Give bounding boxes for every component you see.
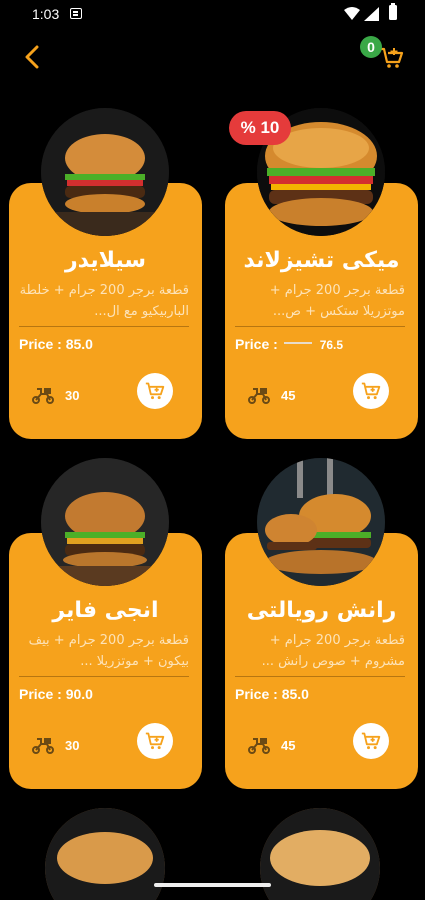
product-photo bbox=[257, 458, 385, 586]
product-name: انجى فاير bbox=[52, 598, 159, 623]
product-card[interactable]: % 10 ميكى تشيزلاند قطعة برجر 200 جرام + … bbox=[225, 108, 418, 439]
discount-badge: % 10 bbox=[229, 111, 291, 145]
cart-icon bbox=[145, 382, 165, 400]
product-photo bbox=[45, 808, 165, 900]
status-bar: 1:03 bbox=[0, 0, 425, 30]
divider bbox=[19, 326, 189, 327]
product-photo bbox=[260, 808, 380, 900]
cart-icon bbox=[145, 732, 165, 750]
chevron-left-icon bbox=[25, 45, 39, 69]
status-time: 1:03 bbox=[32, 6, 60, 22]
delivery-scooter-icon bbox=[32, 738, 54, 754]
old-price-strike bbox=[283, 342, 312, 345]
cart-button[interactable]: 0 bbox=[358, 36, 406, 72]
price-value: 85.0 bbox=[65, 336, 93, 352]
battery-icon bbox=[389, 3, 397, 20]
product-price: Price : 85.0 bbox=[19, 336, 93, 352]
price-label: Price : bbox=[19, 686, 66, 702]
product-description: قطعة برجر 200 جرام + موتزريلا ستكس + ص..… bbox=[269, 283, 405, 319]
product-description: قطعة برجر 200 جرام + مشروم + صوص رانش ..… bbox=[261, 633, 405, 669]
add-to-cart-button[interactable] bbox=[353, 373, 389, 409]
product-description: قطعة برجر 200 جرام + خلطة الباربيكيو مع … bbox=[19, 283, 189, 319]
cart-icon bbox=[361, 382, 381, 400]
price-value: 85.0 bbox=[281, 686, 309, 702]
delivery-time: 45 bbox=[281, 388, 296, 403]
delivery-time: 30 bbox=[65, 738, 80, 753]
delivery-time: 30 bbox=[65, 388, 80, 403]
add-to-cart-button[interactable] bbox=[137, 723, 173, 759]
add-to-cart-button[interactable] bbox=[353, 723, 389, 759]
price-label: Price : bbox=[235, 336, 282, 352]
product-price: Price : 76.5 bbox=[235, 336, 343, 352]
back-button[interactable] bbox=[18, 43, 46, 71]
divider bbox=[19, 676, 189, 677]
product-name: ميكى تشيزلاند bbox=[243, 248, 400, 273]
delivery-scooter-icon bbox=[248, 738, 270, 754]
product-name: رانش رويالتى bbox=[246, 598, 397, 623]
price-label: Price : bbox=[19, 336, 66, 352]
cart-plus-icon bbox=[381, 47, 404, 68]
home-indicator[interactable] bbox=[154, 883, 271, 887]
price-value: 76.5 bbox=[319, 338, 344, 352]
notification-icon bbox=[70, 8, 82, 19]
product-photo bbox=[41, 108, 169, 236]
cart-count-badge: 0 bbox=[360, 36, 382, 58]
product-name: سيلايدر bbox=[65, 248, 146, 273]
signal-icon bbox=[364, 7, 379, 21]
delivery-scooter-icon bbox=[248, 388, 270, 404]
product-card[interactable]: انجى فاير قطعة برجر 200 جرام + بيف بيكون… bbox=[9, 458, 202, 789]
delivery-time: 45 bbox=[281, 738, 296, 753]
divider bbox=[235, 326, 405, 327]
price-value: 90.0 bbox=[65, 686, 93, 702]
product-photo bbox=[41, 458, 169, 586]
add-to-cart-button[interactable] bbox=[137, 373, 173, 409]
product-description: قطعة برجر 200 جرام + بيف بيكون + موتزريل… bbox=[28, 633, 189, 669]
cart-icon bbox=[361, 732, 381, 750]
product-card[interactable]: سيلايدر قطعة برجر 200 جرام + خلطة البارب… bbox=[9, 108, 202, 439]
product-price: Price : 85.0 bbox=[235, 686, 309, 702]
divider bbox=[235, 676, 405, 677]
product-price: Price : 90.0 bbox=[19, 686, 93, 702]
product-card[interactable]: رانش رويالتى قطعة برجر 200 جرام + مشروم … bbox=[225, 458, 418, 789]
price-label: Price : bbox=[235, 686, 282, 702]
wifi-icon bbox=[344, 7, 360, 20]
delivery-scooter-icon bbox=[32, 388, 54, 404]
